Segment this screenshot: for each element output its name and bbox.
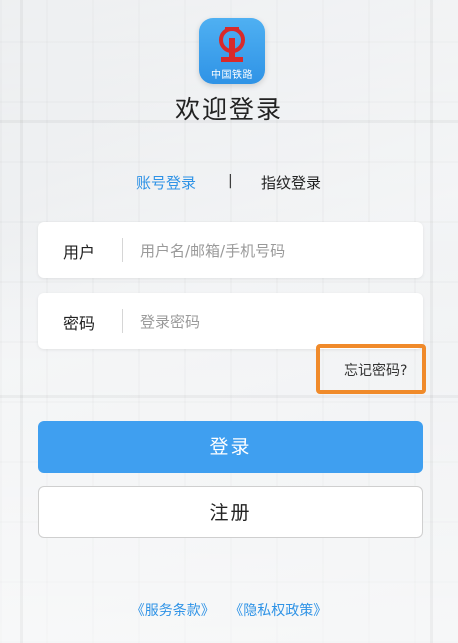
railway-emblem-icon xyxy=(219,27,245,62)
field-divider xyxy=(122,238,123,262)
tab-account-login[interactable]: 账号登录 xyxy=(136,172,196,193)
password-input[interactable] xyxy=(138,305,412,339)
logo-text: 中国铁路 xyxy=(211,70,253,81)
footer-links: 《服务条款》 《隐私权政策》 xyxy=(0,600,458,620)
password-label: 密码 xyxy=(63,314,96,333)
field-divider xyxy=(122,309,123,333)
forgot-password-link[interactable]: 忘记密码? xyxy=(344,360,407,380)
username-field: 用户 xyxy=(38,222,423,278)
terms-of-service-link[interactable]: 《服务条款》 xyxy=(131,603,215,619)
login-tabs: 账号登录 | 指纹登录 xyxy=(0,172,458,194)
tab-separator: | xyxy=(228,173,233,189)
page-title: 欢迎登录 xyxy=(174,95,283,124)
username-label: 用户 xyxy=(63,243,96,262)
tab-fingerprint-login[interactable]: 指纹登录 xyxy=(261,172,321,193)
login-button[interactable]: 登录 xyxy=(38,421,423,473)
username-input[interactable] xyxy=(138,234,412,268)
privacy-policy-link[interactable]: 《隐私权政策》 xyxy=(229,603,327,619)
app-logo: 中国铁路 xyxy=(199,18,265,84)
register-button[interactable]: 注册 xyxy=(38,486,423,538)
password-field: 密码 xyxy=(38,293,423,349)
